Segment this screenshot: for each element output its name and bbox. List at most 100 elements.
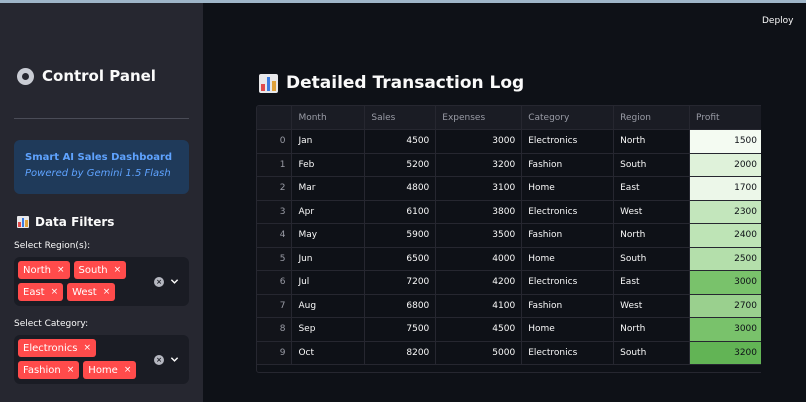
cell-category[interactable]: Home bbox=[521, 176, 615, 201]
clear-all-icon[interactable]: × bbox=[154, 355, 164, 365]
column-header-profit[interactable]: Profit bbox=[689, 106, 764, 130]
cell-category[interactable]: Fashion bbox=[521, 223, 615, 248]
category-multiselect[interactable]: Electronics × Fashion × Home × × bbox=[14, 335, 189, 384]
column-header-category[interactable]: Category bbox=[521, 106, 615, 130]
table-row[interactable]: 9 Oct 8200 5000 Electronics South 3200 bbox=[257, 341, 764, 365]
cell-region[interactable]: West bbox=[613, 294, 691, 318]
cell-expenses[interactable]: 4000 bbox=[435, 247, 523, 271]
cell-profit[interactable]: 1500 bbox=[689, 129, 764, 154]
cell-expenses[interactable]: 3000 bbox=[435, 129, 523, 154]
chevron-down-icon[interactable] bbox=[170, 355, 179, 364]
cell-sales[interactable]: 6800 bbox=[364, 294, 437, 318]
cell-expenses[interactable]: 4500 bbox=[435, 317, 523, 342]
cell-region[interactable]: North bbox=[613, 129, 691, 154]
cell-profit[interactable]: 2500 bbox=[689, 247, 764, 271]
cell-profit[interactable]: 2000 bbox=[689, 153, 764, 177]
cell-month[interactable]: Jan bbox=[291, 129, 366, 154]
table-row[interactable]: 6 Jul 7200 4200 Electronics East 3000 bbox=[257, 270, 764, 295]
cell-category[interactable]: Fashion bbox=[521, 153, 615, 177]
cell-sales[interactable]: 7500 bbox=[364, 317, 437, 342]
remove-tag-icon[interactable]: × bbox=[84, 343, 92, 353]
cell-profit[interactable]: 3000 bbox=[689, 317, 764, 342]
remove-tag-icon[interactable]: × bbox=[124, 365, 132, 375]
cell-expenses[interactable]: 3500 bbox=[435, 223, 523, 248]
cell-month[interactable]: Sep bbox=[291, 317, 366, 342]
cell-region[interactable]: East bbox=[613, 270, 691, 295]
cell-expenses[interactable]: 3100 bbox=[435, 176, 523, 201]
cell-category[interactable]: Fashion bbox=[521, 294, 615, 318]
cell-region[interactable]: East bbox=[613, 176, 691, 201]
remove-tag-icon[interactable]: × bbox=[103, 287, 111, 297]
cell-sales[interactable]: 5900 bbox=[364, 223, 437, 248]
table-row[interactable]: 7 Aug 6800 4100 Fashion West 2700 bbox=[257, 294, 764, 318]
category-tag-electronics[interactable]: Electronics × bbox=[18, 339, 97, 357]
table-row[interactable]: 8 Sep 7500 4500 Home North 3000 bbox=[257, 317, 764, 342]
cell-profit[interactable]: 1700 bbox=[689, 176, 764, 201]
table-row[interactable]: 4 May 5900 3500 Fashion North 2400 bbox=[257, 223, 764, 248]
cell-sales[interactable]: 5200 bbox=[364, 153, 437, 177]
category-tag-home[interactable]: Home × bbox=[83, 361, 137, 379]
table-row[interactable]: 2 Mar 4800 3100 Home East 1700 bbox=[257, 176, 764, 201]
cell-month[interactable]: Oct bbox=[291, 341, 366, 365]
region-tag-west[interactable]: West × bbox=[67, 283, 116, 301]
table-header-row: Month Sales Expenses Category Region Pro… bbox=[257, 106, 764, 130]
cell-category[interactable]: Electronics bbox=[521, 200, 615, 224]
cell-expenses[interactable]: 4100 bbox=[435, 294, 523, 318]
cell-region[interactable]: North bbox=[613, 223, 691, 248]
deploy-button[interactable]: Deploy bbox=[762, 16, 794, 26]
cell-profit[interactable]: 3000 bbox=[689, 270, 764, 295]
cell-category[interactable]: Electronics bbox=[521, 270, 615, 295]
cell-month[interactable]: May bbox=[291, 223, 366, 248]
cell-category[interactable]: Home bbox=[521, 317, 615, 342]
region-tag-east[interactable]: East × bbox=[18, 283, 64, 301]
cell-region[interactable]: West bbox=[613, 200, 691, 224]
cell-month[interactable]: Feb bbox=[291, 153, 366, 177]
cell-region[interactable]: North bbox=[613, 317, 691, 342]
region-multiselect[interactable]: North × South × East × West × × bbox=[14, 257, 189, 306]
clear-all-icon[interactable]: × bbox=[154, 277, 164, 287]
remove-tag-icon[interactable]: × bbox=[51, 287, 59, 297]
cell-sales[interactable]: 6500 bbox=[364, 247, 437, 271]
cell-month[interactable]: Apr bbox=[291, 200, 366, 224]
column-header-month[interactable]: Month bbox=[291, 106, 366, 130]
category-tag-fashion[interactable]: Fashion × bbox=[18, 361, 80, 379]
cell-month[interactable]: Mar bbox=[291, 176, 366, 201]
cell-sales[interactable]: 8200 bbox=[364, 341, 437, 365]
cell-expenses[interactable]: 4200 bbox=[435, 270, 523, 295]
cell-profit[interactable]: 2700 bbox=[689, 294, 764, 318]
cell-month[interactable]: Jun bbox=[291, 247, 366, 271]
cell-profit[interactable]: 2400 bbox=[689, 223, 764, 248]
remove-tag-icon[interactable]: × bbox=[67, 365, 75, 375]
cell-region[interactable]: South bbox=[613, 153, 691, 177]
column-header-sales[interactable]: Sales bbox=[364, 106, 437, 130]
page-title-text: Detailed Transaction Log bbox=[286, 73, 525, 93]
cell-expenses[interactable]: 3800 bbox=[435, 200, 523, 224]
cell-sales[interactable]: 6100 bbox=[364, 200, 437, 224]
cell-sales[interactable]: 4800 bbox=[364, 176, 437, 201]
cell-profit[interactable]: 2300 bbox=[689, 200, 764, 224]
cell-sales[interactable]: 7200 bbox=[364, 270, 437, 295]
cell-month[interactable]: Aug bbox=[291, 294, 366, 318]
region-tag-south[interactable]: South × bbox=[73, 261, 127, 279]
region-tag-north[interactable]: North × bbox=[18, 261, 70, 279]
chevron-down-icon[interactable] bbox=[170, 277, 179, 286]
cell-profit[interactable]: 3200 bbox=[689, 341, 764, 365]
cell-sales[interactable]: 4500 bbox=[364, 129, 437, 154]
cell-category[interactable]: Electronics bbox=[521, 129, 615, 154]
cell-expenses[interactable]: 5000 bbox=[435, 341, 523, 365]
cell-month[interactable]: Jul bbox=[291, 270, 366, 295]
table-row[interactable]: 1 Feb 5200 3200 Fashion South 2000 bbox=[257, 153, 764, 177]
remove-tag-icon[interactable]: × bbox=[57, 265, 65, 275]
column-header-region[interactable]: Region bbox=[613, 106, 691, 130]
cell-expenses[interactable]: 3200 bbox=[435, 153, 523, 177]
transaction-table[interactable]: Month Sales Expenses Category Region Pro… bbox=[256, 105, 765, 373]
table-row[interactable]: 0 Jan 4500 3000 Electronics North 1500 bbox=[257, 129, 764, 154]
cell-region[interactable]: South bbox=[613, 341, 691, 365]
table-row[interactable]: 3 Apr 6100 3800 Electronics West 2300 bbox=[257, 200, 764, 224]
column-header-expenses[interactable]: Expenses bbox=[435, 106, 523, 130]
table-row[interactable]: 5 Jun 6500 4000 Home South 2500 bbox=[257, 247, 764, 271]
remove-tag-icon[interactable]: × bbox=[114, 265, 122, 275]
cell-region[interactable]: South bbox=[613, 247, 691, 271]
cell-category[interactable]: Electronics bbox=[521, 341, 615, 365]
cell-category[interactable]: Home bbox=[521, 247, 615, 271]
